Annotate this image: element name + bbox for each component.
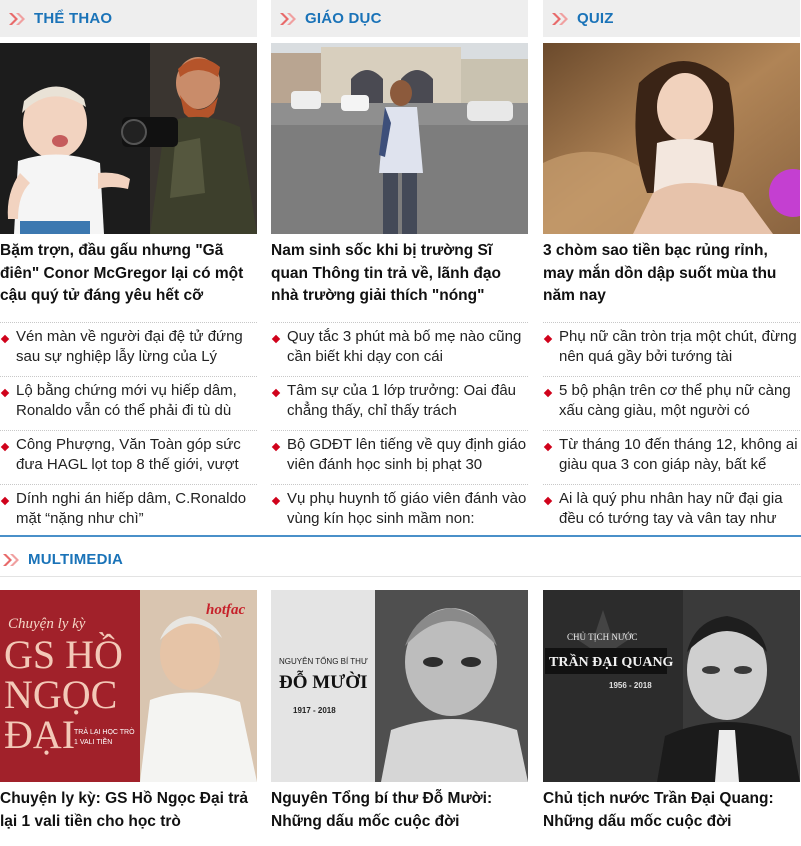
section-divider [0, 535, 801, 537]
double-chevron-icon [2, 553, 22, 567]
multimedia-header: MULTIMEDIA [0, 543, 801, 577]
multimedia-image[interactable]: CHỦ TỊCH NƯỚC TRẦN ĐẠI QUANG 1956 - 2018 [543, 590, 800, 782]
overlay-kicker: Chuyện ly kỳ [8, 616, 86, 632]
bullet-icon [0, 442, 10, 452]
headline-link[interactable]: Bặm trợn, đầu gấu nhưng "Gã điên" Conor … [0, 240, 257, 314]
bullet-icon [271, 388, 281, 398]
section-quiz: QUIZ 3 chòm sao tiền bạc rủng rỉnh, may … [543, 0, 800, 538]
bullet-icon [271, 496, 281, 506]
list-item-link[interactable]: Vén màn về người đại đệ tử đứng sau sự n… [16, 327, 257, 367]
bullet-icon [0, 388, 10, 398]
hero-image[interactable] [0, 43, 257, 234]
bullet-icon [0, 334, 10, 344]
brand-logo: hotfac [206, 602, 246, 618]
list-item: Ai là quý phu nhân hay nữ đại gia đều có… [543, 484, 800, 538]
related-news-list: Vén màn về người đại đệ tử đứng sau sự n… [0, 322, 257, 538]
multimedia-title[interactable]: Nguyên Tổng bí thư Đỗ Mười: Những dấu mố… [271, 788, 528, 833]
list-item-link[interactable]: Phụ nữ cần tròn trịa một chút, đừng nên … [559, 327, 800, 367]
list-item-link[interactable]: 5 bộ phận trên cơ thể phụ nữ càng xấu cà… [559, 381, 800, 421]
list-item: Công Phượng, Văn Toàn góp sức đưa HAGL l… [0, 430, 257, 484]
list-item: Tâm sự của 1 lớp trưởng: Oai đâu chẳng t… [271, 376, 528, 430]
list-item: 5 bộ phận trên cơ thể phụ nữ càng xấu cà… [543, 376, 800, 430]
section-title-link[interactable]: QUIZ [577, 10, 614, 27]
overlay-kicker: NGUYÊN TỔNG BÍ THƯ [279, 657, 368, 666]
overlay-years: 1956 - 2018 [609, 681, 652, 690]
bullet-icon [543, 496, 553, 506]
headline-link[interactable]: 3 chòm sao tiền bạc rủng rỉnh, may mắn d… [543, 240, 800, 314]
section-header: THỂ THAO [0, 0, 257, 37]
multimedia-title[interactable]: Chủ tịch nước Trần Đại Quang: Những dấu … [543, 788, 800, 833]
multimedia-title[interactable]: Chuyện ly kỳ: GS Hồ Ngọc Đại trả lại 1 v… [0, 788, 257, 833]
overlay-name: ĐỖ MƯỜI [279, 671, 367, 693]
section-header: GIÁO DỤC [271, 0, 528, 37]
list-item: Vén màn về người đại đệ tử đứng sau sự n… [0, 322, 257, 376]
list-item-link[interactable]: Tâm sự của 1 lớp trưởng: Oai đâu chẳng t… [287, 381, 528, 421]
overlay-line3: ĐẠI [4, 712, 75, 757]
headline-link[interactable]: Nam sinh sốc khi bị trường Sĩ quan Thông… [271, 240, 528, 314]
multimedia-title-link[interactable]: MULTIMEDIA [28, 551, 123, 568]
bullet-icon [0, 496, 10, 506]
double-chevron-icon [8, 12, 28, 26]
hero-image[interactable] [271, 43, 528, 234]
overlay-name: TRẦN ĐẠI QUANG [549, 653, 674, 670]
list-item-link[interactable]: Lộ bằng chứng mới vụ hiếp dâm, Ronaldo v… [16, 381, 257, 421]
list-item: Lộ bằng chứng mới vụ hiếp dâm, Ronaldo v… [0, 376, 257, 430]
list-item-link[interactable]: Ai là quý phu nhân hay nữ đại gia đều có… [559, 489, 800, 529]
double-chevron-icon [279, 12, 299, 26]
bullet-icon [543, 442, 553, 452]
bullet-icon [271, 334, 281, 344]
multimedia-card: NGUYÊN TỔNG BÍ THƯ ĐỖ MƯỜI 1917 - 2018 N… [271, 590, 528, 833]
multimedia-card: CHỦ TỊCH NƯỚC TRẦN ĐẠI QUANG 1956 - 2018… [543, 590, 800, 833]
section-giao-duc: GIÁO DỤC Nam sinh sốc khi bị trường Sĩ q… [271, 0, 528, 538]
list-item: Từ tháng 10 đến tháng 12, không ai giàu … [543, 430, 800, 484]
overlay-kicker: CHỦ TỊCH NƯỚC [567, 632, 637, 642]
section-the-thao: THỂ THAO Bặm trợn, đầu gấu nhưng "Gã điê… [0, 0, 257, 538]
section-title-link[interactable]: GIÁO DỤC [305, 10, 382, 27]
double-chevron-icon [551, 12, 571, 26]
list-item-link[interactable]: Bộ GDĐT lên tiếng về quy định giáo viên … [287, 435, 528, 475]
bullet-icon [543, 334, 553, 344]
list-item-link[interactable]: Vụ phụ huynh tố giáo viên đánh vào vùng … [287, 489, 528, 529]
overlay-line2: NGỌC [4, 672, 117, 717]
section-title-link[interactable]: THỂ THAO [34, 10, 112, 27]
bullet-icon [543, 388, 553, 398]
overlay-sub1: TRẢ LẠI HỌC TRÒ [74, 727, 135, 736]
multimedia-image[interactable]: Chuyện ly kỳ GS HỒ NGỌC ĐẠI TRẢ LẠI HỌC … [0, 590, 257, 782]
list-item: Bộ GDĐT lên tiếng về quy định giáo viên … [271, 430, 528, 484]
bullet-icon [271, 442, 281, 452]
section-header: QUIZ [543, 0, 800, 37]
related-news-list: Quy tắc 3 phút mà bố mẹ nào cũng cần biế… [271, 322, 528, 538]
multimedia-image[interactable]: NGUYÊN TỔNG BÍ THƯ ĐỖ MƯỜI 1917 - 2018 [271, 590, 528, 782]
list-item: Quy tắc 3 phút mà bố mẹ nào cũng cần biế… [271, 322, 528, 376]
overlay-years: 1917 - 2018 [293, 706, 336, 715]
list-item: Phụ nữ cần tròn trịa một chút, đừng nên … [543, 322, 800, 376]
list-item-link[interactable]: Quy tắc 3 phút mà bố mẹ nào cũng cần biế… [287, 327, 528, 367]
list-item: Vụ phụ huynh tố giáo viên đánh vào vùng … [271, 484, 528, 538]
list-item-link[interactable]: Công Phượng, Văn Toàn góp sức đưa HAGL l… [16, 435, 257, 475]
hero-image[interactable] [543, 43, 800, 234]
list-item-link[interactable]: Từ tháng 10 đến tháng 12, không ai giàu … [559, 435, 800, 475]
multimedia-card: Chuyện ly kỳ GS HỒ NGỌC ĐẠI TRẢ LẠI HỌC … [0, 590, 257, 833]
overlay-line1: GS HỒ [4, 632, 123, 677]
related-news-list: Phụ nữ cần tròn trịa một chút, đừng nên … [543, 322, 800, 538]
list-item-link[interactable]: Dính nghi án hiếp dâm, C.Ronaldo mặt “nặ… [16, 489, 257, 529]
list-item: Dính nghi án hiếp dâm, C.Ronaldo mặt “nặ… [0, 484, 257, 538]
